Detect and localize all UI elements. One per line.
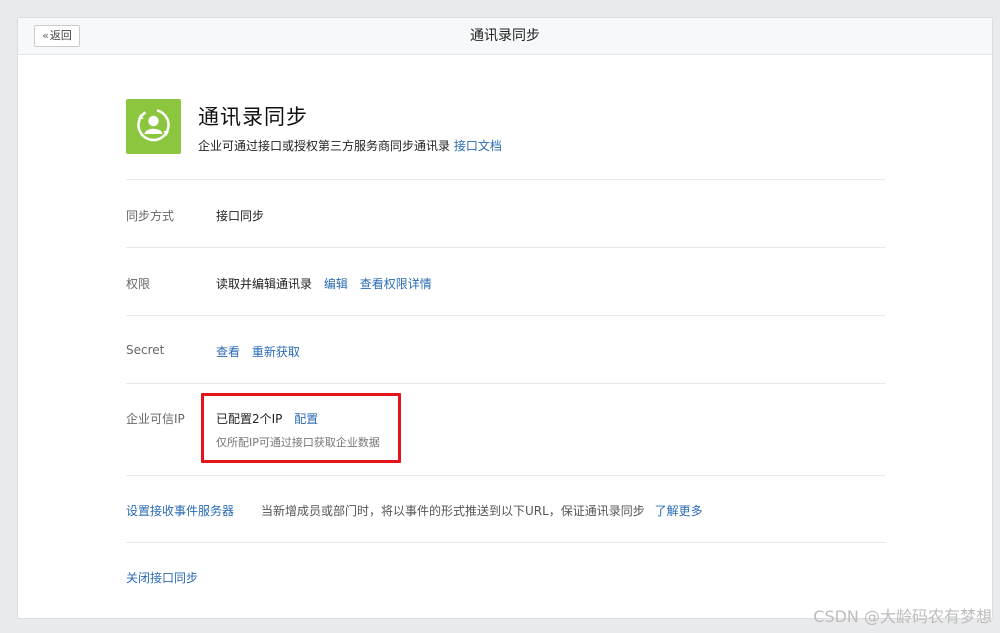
view-secret-link[interactable]: 查看 — [216, 345, 240, 359]
secret-label: Secret — [126, 343, 165, 357]
trusted-ip-row: 企业可信IP 已配置2个IP 配置 仅所配IP可通过接口获取企业数据 — [126, 384, 886, 476]
permission-value: 读取并编辑通讯录 — [216, 277, 313, 291]
sync-mode-value: 接口同步 — [216, 209, 265, 223]
contacts-sync-icon — [126, 99, 181, 154]
app-description: 企业可通过接口或授权第三方服务商同步通讯录 接口文档 — [198, 137, 502, 154]
app-description-text: 企业可通过接口或授权第三方服务商同步通讯录 — [198, 139, 451, 153]
top-bar: « 返回 通讯录同步 — [18, 18, 992, 55]
sync-mode-label: 同步方式 — [126, 209, 175, 223]
main-card: « 返回 通讯录同步 通讯录同步 企业可通过接口或授权第三方服务商同步通讯录 接… — [17, 17, 993, 619]
highlight-box — [201, 393, 401, 463]
app-header: 通讯录同步 企业可通过接口或授权第三方服务商同步通讯录 接口文档 — [126, 55, 886, 180]
edit-permission-link[interactable]: 编辑 — [324, 277, 348, 291]
content-area: 通讯录同步 企业可通过接口或授权第三方服务商同步通讯录 接口文档 同步方式 接口… — [126, 55, 886, 610]
close-sync-row: 关闭接口同步 — [126, 543, 886, 610]
app-title: 通讯录同步 — [198, 105, 308, 129]
page-title: 通讯录同步 — [470, 28, 540, 44]
permission-detail-link[interactable]: 查看权限详情 — [360, 277, 432, 291]
event-server-row: 设置接收事件服务器 当新增成员或部门时，将以事件的形式推送到以下URL，保证通讯… — [126, 476, 886, 543]
api-doc-link[interactable]: 接口文档 — [454, 139, 502, 153]
secret-actions: 查看 重新获取 — [216, 343, 300, 360]
close-sync-link[interactable]: 关闭接口同步 — [126, 569, 198, 586]
learn-more-link[interactable]: 了解更多 — [655, 504, 703, 518]
sync-mode-row: 同步方式 接口同步 — [126, 180, 886, 248]
trusted-ip-label: 企业可信IP — [126, 412, 185, 426]
event-server-description-text: 当新增成员或部门时，将以事件的形式推送到以下URL，保证通讯录同步 — [261, 504, 645, 518]
permission-label: 权限 — [126, 277, 151, 291]
refresh-secret-link[interactable]: 重新获取 — [252, 345, 300, 359]
event-server-link[interactable]: 设置接收事件服务器 — [126, 502, 234, 519]
secret-row: Secret 查看 重新获取 — [126, 316, 886, 384]
permission-value-group: 读取并编辑通讯录 编辑 查看权限详情 — [216, 275, 432, 292]
watermark: CSDN @大龄码农有梦想 — [813, 607, 992, 626]
event-server-description: 当新增成员或部门时，将以事件的形式推送到以下URL，保证通讯录同步 了解更多 — [261, 502, 703, 519]
permission-row: 权限 读取并编辑通讯录 编辑 查看权限详情 — [126, 248, 886, 316]
